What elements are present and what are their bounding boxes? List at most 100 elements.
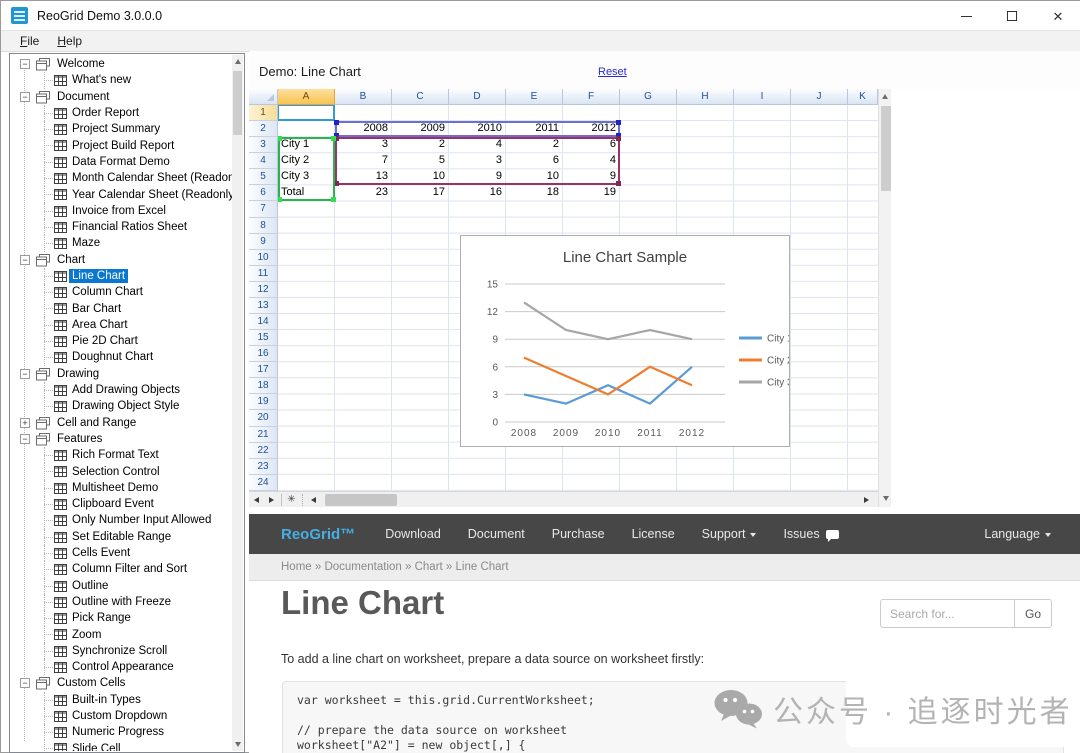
selection-range-b3-f5[interactable]	[335, 137, 620, 185]
tree-item-what-s-new[interactable]: What's new	[11, 72, 232, 88]
nav-download[interactable]: Download	[385, 527, 441, 541]
cell-d6[interactable]: 16	[449, 185, 506, 201]
scroll-up-icon[interactable]	[882, 94, 888, 99]
row-header-9[interactable]: 9	[249, 234, 278, 250]
tree-item-control-appearance[interactable]: Control Appearance	[11, 659, 232, 675]
collapse-icon[interactable]: −	[20, 255, 30, 265]
scroll-up-icon[interactable]	[235, 59, 241, 64]
selection-handle[interactable]	[616, 136, 621, 141]
tree-item-month-calendar-sheet-readonly[interactable]: Month Calendar Sheet (Readonly)	[11, 170, 232, 186]
menu-file[interactable]: File	[11, 32, 48, 50]
tree-item-project-build-report[interactable]: Project Build Report	[11, 137, 232, 153]
column-header-b[interactable]: B	[335, 89, 392, 105]
tree-item-only-number-input-allowed[interactable]: Only Number Input Allowed	[11, 512, 232, 528]
line-chart-object[interactable]: Line Chart Sample03691215200820092010201…	[460, 235, 790, 447]
column-header-f[interactable]: F	[563, 89, 620, 105]
minimize-button[interactable]	[943, 1, 989, 31]
row-header-7[interactable]: 7	[249, 201, 278, 217]
maximize-button[interactable]	[989, 1, 1035, 31]
tree-item-custom-dropdown[interactable]: Custom Dropdown	[11, 708, 232, 724]
tree-item-synchronize-scroll[interactable]: Synchronize Scroll	[11, 643, 232, 659]
row-header-23[interactable]: 23	[249, 459, 278, 475]
next-sheet-button[interactable]	[264, 492, 279, 508]
add-sheet-button[interactable]: ✳	[284, 492, 299, 508]
prev-sheet-button[interactable]	[249, 492, 264, 508]
nav-issues[interactable]: Issues	[783, 527, 838, 541]
nav-language[interactable]: Language	[984, 514, 1051, 554]
tree-item-cell-and-range[interactable]: +Cell and Range	[11, 415, 232, 431]
tree-item-project-summary[interactable]: Project Summary	[11, 121, 232, 137]
tree-item-welcome[interactable]: −Welcome	[11, 56, 232, 72]
tree-item-order-report[interactable]: Order Report	[11, 105, 232, 121]
tree-item-invoice-from-excel[interactable]: Invoice from Excel	[11, 203, 232, 219]
tree-item-pick-range[interactable]: Pick Range	[11, 610, 232, 626]
tree-scrollbar[interactable]	[232, 55, 243, 751]
row-header-18[interactable]: 18	[249, 378, 278, 394]
tree-item-data-format-demo[interactable]: Data Format Demo	[11, 154, 232, 170]
selection-handle[interactable]	[331, 197, 336, 202]
tree-item-bar-chart[interactable]: Bar Chart	[11, 300, 232, 316]
selection-handle[interactable]	[616, 181, 621, 186]
reset-link[interactable]: Reset	[598, 66, 627, 78]
column-header-g[interactable]: G	[620, 89, 677, 105]
grid-cells[interactable]: Line Chart Sample03691215200820092010201…	[278, 105, 878, 491]
tree-item-pie-2d-chart[interactable]: Pie 2D Chart	[11, 333, 232, 349]
grid-select-all-corner[interactable]	[249, 89, 278, 105]
selection-handle[interactable]	[331, 136, 336, 141]
row-header-15[interactable]: 15	[249, 330, 278, 346]
tree-item-line-chart[interactable]: Line Chart	[11, 268, 232, 284]
search-input[interactable]	[880, 599, 1014, 628]
tree-scrollbar-thumb[interactable]	[233, 71, 242, 135]
tree-item-drawing-object-style[interactable]: Drawing Object Style	[11, 398, 232, 414]
menu-help[interactable]: Help	[48, 32, 91, 50]
collapse-icon[interactable]: −	[20, 59, 30, 69]
tree-item-outline[interactable]: Outline	[11, 578, 232, 594]
nav-support[interactable]: Support	[702, 527, 757, 541]
cell-c6[interactable]: 17	[392, 185, 449, 201]
row-header-1[interactable]: 1	[249, 105, 278, 121]
scroll-down-icon[interactable]	[883, 496, 889, 501]
row-header-3[interactable]: 3	[249, 137, 278, 153]
tree-item-selection-control[interactable]: Selection Control	[11, 463, 232, 479]
cell-e6[interactable]: 18	[506, 185, 563, 201]
row-header-10[interactable]: 10	[249, 250, 278, 266]
selection-handle[interactable]	[334, 120, 339, 125]
tree-item-built-in-types[interactable]: Built-in Types	[11, 692, 232, 708]
column-header-e[interactable]: E	[506, 89, 563, 105]
selection-handle[interactable]	[278, 197, 282, 202]
tree-item-outline-with-freeze[interactable]: Outline with Freeze	[11, 594, 232, 610]
collapse-icon[interactable]: −	[20, 678, 30, 688]
row-header-14[interactable]: 14	[249, 314, 278, 330]
column-header-d[interactable]: D	[449, 89, 506, 105]
breadcrumb[interactable]: Home » Documentation » Chart » Line Char…	[249, 554, 1080, 581]
collapse-icon[interactable]: −	[20, 92, 30, 102]
nav-document[interactable]: Document	[468, 527, 525, 541]
tree-item-rich-format-text[interactable]: Rich Format Text	[11, 447, 232, 463]
tab-scroll-left-button[interactable]	[306, 492, 321, 508]
row-header-19[interactable]: 19	[249, 394, 278, 410]
grid-vertical-scrollbar[interactable]	[878, 89, 891, 507]
nav-license[interactable]: License	[632, 527, 675, 541]
row-header-4[interactable]: 4	[249, 153, 278, 169]
close-button[interactable]: ✕	[1035, 1, 1080, 31]
tree-item-add-drawing-objects[interactable]: Add Drawing Objects	[11, 382, 232, 398]
row-header-2[interactable]: 2	[249, 121, 278, 137]
tree-item-year-calendar-sheet-readonly[interactable]: Year Calendar Sheet (Readonly)	[11, 186, 232, 202]
active-cell-a1[interactable]	[278, 105, 335, 121]
tree-item-features[interactable]: −Features	[11, 431, 232, 447]
tree-item-maze[interactable]: Maze	[11, 235, 232, 251]
tree-item-custom-cells[interactable]: −Custom Cells	[11, 675, 232, 691]
row-header-13[interactable]: 13	[249, 298, 278, 314]
row-header-22[interactable]: 22	[249, 443, 278, 459]
column-header-a[interactable]: A	[278, 89, 335, 105]
row-header-12[interactable]: 12	[249, 282, 278, 298]
column-header-k[interactable]: K	[848, 89, 878, 105]
column-header-h[interactable]: H	[677, 89, 734, 105]
selection-range-b2-f2[interactable]	[335, 121, 620, 137]
tree-item-slide-cell[interactable]: Slide Cell	[11, 740, 232, 751]
row-header-6[interactable]: 6	[249, 185, 278, 201]
expand-icon[interactable]: +	[20, 418, 30, 428]
row-header-16[interactable]: 16	[249, 346, 278, 362]
row-header-8[interactable]: 8	[249, 218, 278, 234]
row-header-24[interactable]: 24	[249, 475, 278, 491]
